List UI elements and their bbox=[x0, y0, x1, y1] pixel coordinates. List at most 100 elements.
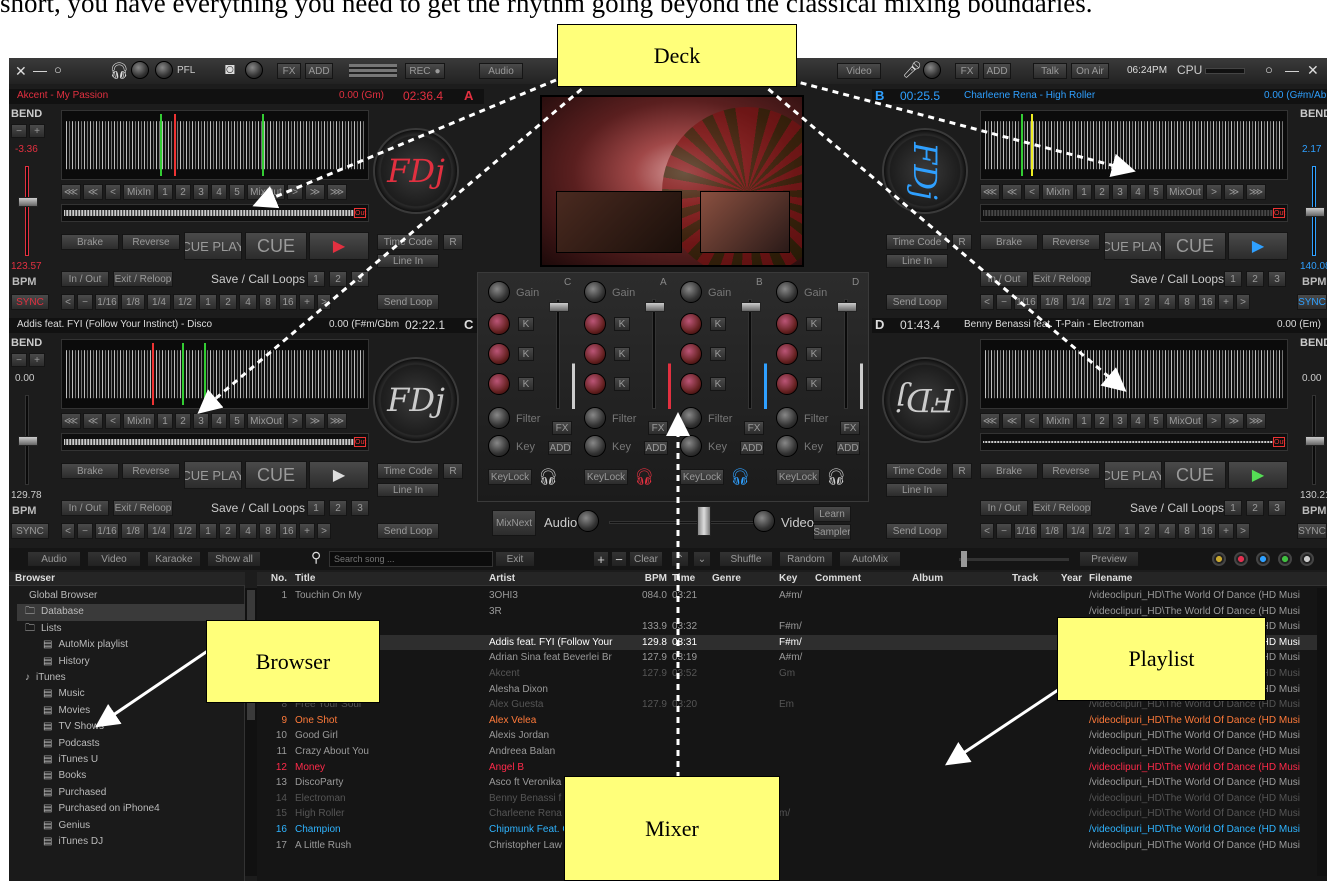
deck-a-mini-waveform[interactable]: Out bbox=[61, 204, 369, 222]
loop-size-6-button[interactable]: 2 bbox=[219, 294, 237, 310]
deck-d-hotcue-2-button[interactable]: 2 bbox=[1094, 413, 1110, 429]
mixer-a-kill-button-3[interactable]: K bbox=[614, 377, 630, 391]
mic-volume-knob[interactable] bbox=[923, 61, 941, 79]
deck-c-hotcue-5-button[interactable]: 5 bbox=[229, 413, 245, 429]
deck-c-hotcue-4-button[interactable]: 4 bbox=[211, 413, 227, 429]
deck-b-hotcue-5-button[interactable]: 5 bbox=[1148, 184, 1164, 200]
preview-button[interactable]: Preview bbox=[1079, 551, 1139, 567]
deck-c-line-in-button[interactable]: Line In bbox=[377, 483, 439, 497]
mixer-c-filter-knob[interactable] bbox=[488, 407, 510, 429]
deck-c-prev2-button[interactable]: ≪ bbox=[83, 413, 103, 429]
loop-minus-button[interactable]: − bbox=[996, 294, 1012, 310]
mixer-d-eq-knob-2[interactable] bbox=[776, 343, 798, 365]
deck-b-hotcue-2-button[interactable]: 2 bbox=[1094, 184, 1110, 200]
loop-size-4-button[interactable]: 1/2 bbox=[173, 294, 197, 310]
mixer-b-kill-button-1[interactable]: K bbox=[710, 317, 726, 331]
deck-c-cue-button[interactable]: CUE bbox=[245, 461, 307, 489]
deck-b-hotcue-4-button[interactable]: 4 bbox=[1130, 184, 1146, 200]
mixer-d-key-knob[interactable] bbox=[776, 435, 798, 457]
browser-item-tv-shows[interactable]: ▤ TV Shows bbox=[17, 719, 245, 735]
deck-d-next2-button[interactable]: ≫ bbox=[1224, 413, 1244, 429]
deck-a-hotcue-1-button[interactable]: 1 bbox=[157, 184, 173, 200]
deck-c-prev3-button[interactable]: ⋘ bbox=[61, 413, 81, 429]
loop-size-8-button[interactable]: 8 bbox=[259, 523, 277, 539]
loop-size-7-button[interactable]: 4 bbox=[239, 523, 257, 539]
deck-a-brake-button[interactable]: Brake bbox=[61, 234, 119, 250]
playlist-column-bpm[interactable]: BPM bbox=[637, 572, 667, 586]
color-filter-dot-5[interactable] bbox=[1300, 552, 1314, 566]
loop-size-2-button[interactable]: 1/8 bbox=[1040, 294, 1064, 310]
loop-size-6-button[interactable]: 2 bbox=[1138, 523, 1156, 539]
audio-crossfader-knob[interactable] bbox=[577, 510, 599, 532]
search-input[interactable] bbox=[329, 551, 493, 567]
table-row[interactable]: 12 Money Angel B/videoclipuri_HD\The World… bbox=[257, 760, 1327, 776]
playlist-column-genre[interactable]: Genre bbox=[712, 572, 772, 586]
deck-b-prev3-button[interactable]: ⋘ bbox=[980, 184, 1000, 200]
loop-size-7-button[interactable]: 4 bbox=[1158, 523, 1176, 539]
video-crossfader-knob[interactable] bbox=[753, 510, 775, 532]
browser-item-podcasts[interactable]: ▤ Podcasts bbox=[17, 736, 245, 752]
mic-fx-button[interactable]: FX bbox=[955, 63, 979, 79]
deck-a-cue-button[interactable]: CUE bbox=[245, 232, 307, 260]
browser-item-purchased-on-iphone4[interactable]: ▤ Purchased on iPhone4 bbox=[17, 801, 245, 817]
move-up-button[interactable]: ⌃ bbox=[671, 551, 689, 567]
loop-slot-1-button[interactable]: 1 bbox=[1224, 271, 1242, 287]
shuffle-button[interactable]: Shuffle bbox=[719, 551, 773, 567]
deck-c-mini-waveform[interactable]: Out bbox=[61, 433, 369, 451]
headphone-mix-knob[interactable] bbox=[155, 61, 173, 79]
table-row[interactable]: 17 A Little Rush Christopher Law/videoclip… bbox=[257, 838, 1327, 854]
mixer-a-key-knob[interactable] bbox=[584, 435, 606, 457]
deck-c-pitch-slider[interactable] bbox=[18, 395, 38, 485]
loop-size-5-button[interactable]: 1 bbox=[1118, 294, 1136, 310]
deck-b-cue-play-button[interactable]: CUE PLAY bbox=[1104, 232, 1162, 260]
deck-a-pitch-slider[interactable] bbox=[18, 166, 38, 256]
deck-d-hotcue-4-button[interactable]: 4 bbox=[1130, 413, 1146, 429]
playlist-scrollbar[interactable] bbox=[1317, 588, 1327, 876]
mixer-a-kill-button-2[interactable]: K bbox=[614, 347, 630, 361]
deck-d-mini-waveform[interactable]: Out bbox=[980, 433, 1288, 451]
deck-a-turntable[interactable]: FDj bbox=[373, 128, 459, 214]
table-row[interactable]: 15 High Roller Charleene Rena m//videoclipu… bbox=[257, 806, 1327, 822]
deck-c-turntable[interactable]: FDj bbox=[373, 357, 459, 443]
record-button[interactable]: REC ● bbox=[405, 63, 445, 79]
deck-a-hotcue-4-button[interactable]: 4 bbox=[211, 184, 227, 200]
loop-size-2-button[interactable]: 1/8 bbox=[121, 294, 145, 310]
deck-d-cue-play-button[interactable]: CUE PLAY bbox=[1104, 461, 1162, 489]
deck-b-waveform[interactable] bbox=[980, 110, 1288, 180]
deck-d-next3-button[interactable]: ⋙ bbox=[1246, 413, 1266, 429]
deck-d-waveform[interactable] bbox=[980, 339, 1288, 409]
deck-a-send-loop-button[interactable]: Send Loop bbox=[377, 294, 439, 310]
loop-size-7-button[interactable]: 4 bbox=[1158, 294, 1176, 310]
crossfader-track[interactable] bbox=[609, 521, 769, 524]
mixer-b-keylock-button[interactable]: KeyLock bbox=[680, 469, 724, 485]
deck-a-line-in-button[interactable]: Line In bbox=[377, 254, 439, 268]
deck-c-next2-button[interactable]: ≫ bbox=[305, 413, 325, 429]
mixer-d-fx-button[interactable]: FX bbox=[840, 421, 860, 435]
deck-c-waveform[interactable] bbox=[61, 339, 369, 409]
headphones-icon[interactable]: 🎧︎ bbox=[109, 61, 129, 81]
deck-c-timecode-button[interactable]: Time Code bbox=[377, 463, 439, 479]
mixer-c-add-button[interactable]: ADD bbox=[548, 441, 572, 455]
browser-item-database[interactable]: 🗀 Database bbox=[17, 604, 245, 621]
deck-a-cue-play-button[interactable]: CUE PLAY bbox=[184, 232, 242, 260]
mixer-d-add-button[interactable]: ADD bbox=[836, 441, 860, 455]
deck-b-play-button[interactable]: ▶ bbox=[1228, 232, 1288, 260]
deck-a-prev1-button[interactable]: < bbox=[105, 184, 121, 200]
deck-b-mixin-button[interactable]: MixIn bbox=[1042, 184, 1074, 200]
deck-d-in-out-button[interactable]: In / Out bbox=[980, 500, 1028, 516]
table-row[interactable]: 9 One Shot Alex Velea/videoclipuri_HD\The … bbox=[257, 713, 1327, 729]
loop-slot-2-button[interactable]: 2 bbox=[329, 500, 347, 516]
mixer-a-eq-knob-1[interactable] bbox=[584, 313, 606, 335]
browser-item-movies[interactable]: ▤ Movies bbox=[17, 703, 245, 719]
deck-d-cue-button[interactable]: CUE bbox=[1164, 461, 1226, 489]
loop-size-4-button[interactable]: 1/2 bbox=[1092, 294, 1116, 310]
playlist-column-year[interactable]: Year bbox=[1052, 572, 1082, 586]
playlist-column-artist[interactable]: Artist bbox=[489, 572, 639, 586]
deck-d-pitch-slider[interactable] bbox=[1305, 395, 1325, 485]
deck-d-turntable[interactable]: FDj bbox=[882, 357, 968, 443]
deck-a-sync-button[interactable]: SYNC bbox=[11, 294, 49, 310]
deck-c-play-button[interactable]: ▶ bbox=[309, 461, 369, 489]
mixer-a-filter-knob[interactable] bbox=[584, 407, 606, 429]
loop-size-4-button[interactable]: 1/2 bbox=[1092, 523, 1116, 539]
headphones-icon[interactable]: 🎧︎ bbox=[538, 467, 558, 487]
